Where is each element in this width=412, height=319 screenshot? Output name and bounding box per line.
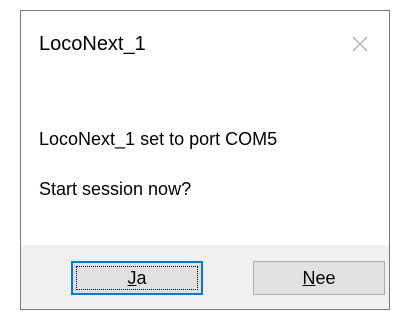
ja-button-label: Ja bbox=[127, 268, 146, 289]
title-bar[interactable]: LocoNext_1 bbox=[21, 11, 389, 77]
close-icon bbox=[352, 36, 368, 52]
ja-button[interactable]: Ja bbox=[71, 261, 203, 295]
nee-label-rest: ee bbox=[315, 267, 336, 288]
nee-button-label: Nee bbox=[302, 268, 335, 289]
background-window-edge bbox=[0, 0, 26, 10]
dialog-title: LocoNext_1 bbox=[39, 33, 146, 55]
message-dialog: LocoNext_1 LocoNext_1 set to port COM5 S… bbox=[20, 10, 390, 310]
dialog-content: LocoNext_1 set to port COM5 Start sessio… bbox=[21, 77, 389, 245]
nee-accelerator: N bbox=[302, 267, 316, 288]
message-line-question: Start session now? bbox=[39, 179, 192, 199]
screen: LocoNext_1 LocoNext_1 set to port COM5 S… bbox=[0, 0, 412, 319]
button-bar: Ja Nee bbox=[21, 245, 389, 309]
close-button[interactable] bbox=[345, 29, 375, 59]
nee-button[interactable]: Nee bbox=[253, 261, 385, 295]
ja-label-rest: a bbox=[136, 267, 147, 288]
message-line-port: LocoNext_1 set to port COM5 bbox=[39, 129, 278, 149]
